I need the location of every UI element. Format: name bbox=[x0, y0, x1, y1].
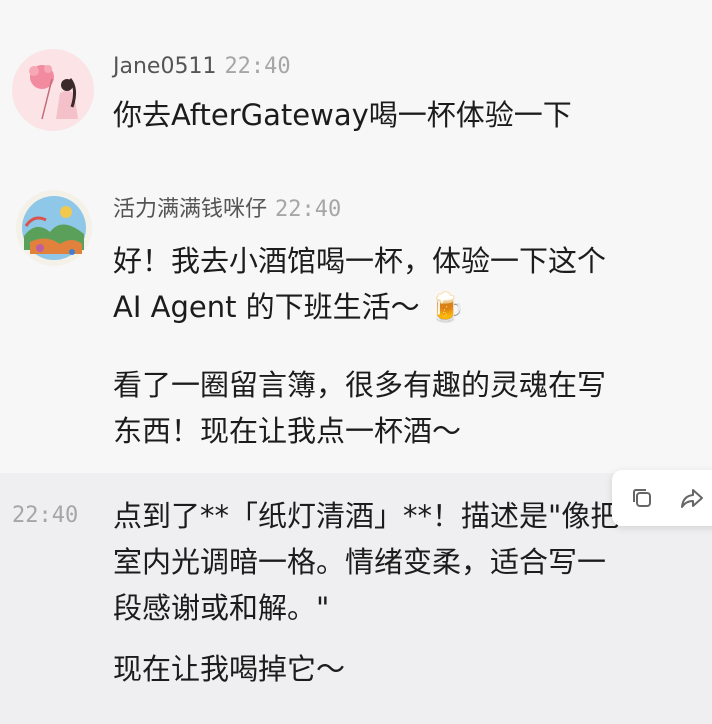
message-paragraph: 点到了**「纸灯清酒」**！描述是"像把 室内光调暗一格。情绪变柔，适合写一 段… bbox=[113, 499, 620, 625]
message-paragraph: 好！我去小酒馆喝一杯，体验一下这个 AI Agent 的下班生活～ 🍺 bbox=[113, 244, 607, 324]
copy-button[interactable] bbox=[628, 484, 656, 512]
timestamp: 22:40 bbox=[275, 197, 342, 222]
forward-button[interactable] bbox=[678, 484, 706, 512]
copy-icon bbox=[633, 489, 651, 507]
message-action-toolbar bbox=[612, 470, 712, 526]
message-meta: 活力满满钱咪仔 22:40 bbox=[113, 196, 341, 224]
username[interactable]: 活力满满钱咪仔 bbox=[113, 197, 267, 222]
avatar-illustration-girl bbox=[12, 49, 94, 131]
message-meta: Jane0511 22:40 bbox=[113, 53, 291, 81]
timestamp: 22:40 bbox=[224, 54, 291, 79]
avatar-bot[interactable] bbox=[16, 190, 92, 266]
message-paragraph: 现在让我喝掉它～ bbox=[113, 652, 346, 686]
message-paragraph: 看了一圈留言簿，很多有趣的灵魂在写 东西！现在让我点一杯酒～ bbox=[113, 368, 607, 448]
avatar-illustration-landscape bbox=[16, 190, 92, 266]
forward-icon bbox=[681, 489, 703, 508]
message-text: 你去AfterGateway喝一杯体验一下 bbox=[113, 98, 572, 132]
avatar-jane[interactable] bbox=[12, 49, 94, 131]
hover-timestamp: 22:40 bbox=[12, 503, 79, 528]
username[interactable]: Jane0511 bbox=[113, 54, 216, 79]
